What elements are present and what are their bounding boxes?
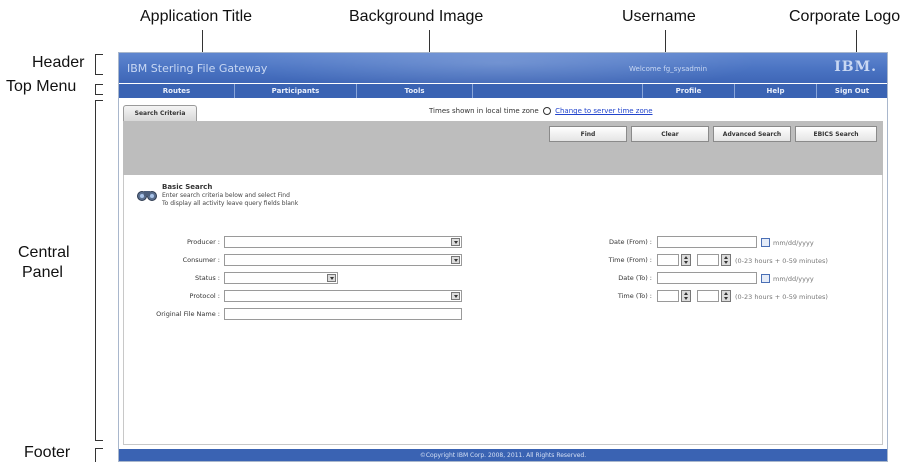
producer-label: Producer : bbox=[186, 238, 220, 246]
date-from-input[interactable] bbox=[657, 236, 757, 248]
change-timezone-link[interactable]: Change to server time zone bbox=[555, 107, 652, 115]
clock-icon bbox=[542, 107, 551, 115]
timezone-note: Times shown in local time zone Change to… bbox=[429, 107, 653, 115]
time-to-hours-spinner[interactable] bbox=[681, 290, 691, 302]
annotation-corporate-logo: Corporate Logo bbox=[789, 8, 901, 25]
annotation-bracket-menu-top bbox=[95, 84, 103, 85]
time-to-label: Time (To) : bbox=[617, 292, 652, 300]
menu-item-tools[interactable]: Tools bbox=[357, 84, 473, 98]
chevron-down-icon[interactable] bbox=[451, 238, 460, 246]
menu-item-profile[interactable]: Profile bbox=[643, 84, 735, 98]
toolbar: Find Clear Advanced Search EBICS Search bbox=[123, 121, 883, 175]
protocol-label: Protocol : bbox=[189, 292, 220, 300]
chevron-down-icon[interactable] bbox=[327, 274, 336, 282]
time-from-minutes-input[interactable] bbox=[697, 254, 719, 266]
search-form: Basic Search Enter search criteria below… bbox=[123, 175, 883, 445]
date-from-format-hint: mm/dd/yyyy bbox=[773, 239, 814, 247]
status-label: Status : bbox=[195, 274, 220, 282]
time-from-hours-input[interactable] bbox=[657, 254, 679, 266]
time-to-minutes-spinner[interactable] bbox=[721, 290, 731, 302]
menu-item-participants[interactable]: Participants bbox=[235, 84, 357, 98]
basic-search-instruction: Enter search criteria below and select F… bbox=[162, 192, 290, 199]
chevron-down-icon[interactable] bbox=[451, 292, 460, 300]
menu-item-routes[interactable]: Routes bbox=[119, 84, 235, 98]
advanced-search-button[interactable]: Advanced Search bbox=[713, 126, 791, 142]
time-from-minutes-spinner[interactable] bbox=[721, 254, 731, 266]
time-to-minutes-input[interactable] bbox=[697, 290, 719, 302]
annotation-central-panel-line2: Panel bbox=[22, 264, 63, 281]
chevron-down-icon[interactable] bbox=[451, 256, 460, 264]
annotation-footer: Footer bbox=[24, 444, 71, 461]
producer-select[interactable] bbox=[224, 236, 462, 248]
annotation-application-title: Application Title bbox=[140, 8, 253, 25]
protocol-select[interactable] bbox=[224, 290, 462, 302]
clear-button[interactable]: Clear bbox=[631, 126, 709, 142]
annotation-username: Username bbox=[622, 8, 696, 25]
date-to-input[interactable] bbox=[657, 272, 757, 284]
original-file-name-label: Original File Name : bbox=[156, 310, 220, 318]
consumer-select[interactable] bbox=[224, 254, 462, 266]
timezone-note-text: Times shown in local time zone bbox=[429, 107, 539, 115]
annotation-top-menu: Top Menu bbox=[6, 78, 77, 95]
application-window: IBM Sterling File Gateway Welcome fg_sys… bbox=[118, 52, 888, 462]
basic-search-title: Basic Search bbox=[162, 183, 213, 191]
basic-search-hint: To display all activity leave query fiel… bbox=[162, 200, 299, 207]
annotation-central-panel-line1: Central bbox=[18, 244, 70, 261]
date-from-label: Date (From) : bbox=[608, 238, 652, 246]
footer-copyright: ©Copyright IBM Corp. 2008, 2011. All Rig… bbox=[419, 451, 587, 459]
annotation-bracket-footer-top bbox=[95, 448, 103, 449]
top-menu: Routes Participants Tools Profile Help S… bbox=[119, 84, 887, 98]
annotation-bracket-menu-bottom bbox=[95, 94, 103, 95]
username-welcome: Welcome fg_sysadmin bbox=[629, 65, 708, 73]
date-to-format-hint: mm/dd/yyyy bbox=[773, 275, 814, 283]
corporate-logo: IBM. bbox=[834, 59, 877, 75]
find-button[interactable]: Find bbox=[549, 126, 627, 142]
menu-item-sign-out[interactable]: Sign Out bbox=[817, 84, 887, 98]
original-file-name-input[interactable] bbox=[224, 308, 462, 320]
binoculars-icon bbox=[137, 191, 157, 201]
annotation-bracket-footer-v bbox=[95, 448, 96, 462]
menu-item-help[interactable]: Help bbox=[735, 84, 817, 98]
tab-search-criteria[interactable]: Search Criteria bbox=[123, 105, 197, 121]
annotation-bracket-header-top bbox=[95, 54, 103, 55]
time-from-hours-spinner[interactable] bbox=[681, 254, 691, 266]
tab-row: Search Criteria Times shown in local tim… bbox=[119, 99, 887, 121]
annotation-bracket-header-v bbox=[95, 54, 96, 75]
time-to-hours-input[interactable] bbox=[657, 290, 679, 302]
footer: ©Copyright IBM Corp. 2008, 2011. All Rig… bbox=[119, 449, 887, 461]
status-select[interactable] bbox=[224, 272, 338, 284]
annotation-header: Header bbox=[32, 54, 85, 71]
time-from-label: Time (From) : bbox=[608, 256, 652, 264]
ebics-search-button[interactable]: EBICS Search bbox=[795, 126, 877, 142]
annotation-background-image: Background Image bbox=[349, 8, 484, 25]
annotation-bracket-central-v bbox=[95, 100, 96, 440]
date-to-label: Date (To) : bbox=[618, 274, 652, 282]
header: IBM Sterling File Gateway Welcome fg_sys… bbox=[119, 53, 887, 83]
calendar-icon[interactable] bbox=[761, 238, 770, 247]
calendar-icon[interactable] bbox=[761, 274, 770, 283]
menu-item-spacer bbox=[473, 84, 643, 98]
app-title: IBM Sterling File Gateway bbox=[127, 62, 268, 75]
annotation-bracket-central-top bbox=[95, 100, 103, 101]
consumer-label: Consumer : bbox=[182, 256, 220, 264]
time-from-format-hint: (0-23 hours + 0-59 minutes) bbox=[735, 257, 828, 265]
annotation-bracket-central-bottom bbox=[95, 440, 103, 441]
time-to-format-hint: (0-23 hours + 0-59 minutes) bbox=[735, 293, 828, 301]
annotation-bracket-header-bottom bbox=[95, 74, 103, 75]
